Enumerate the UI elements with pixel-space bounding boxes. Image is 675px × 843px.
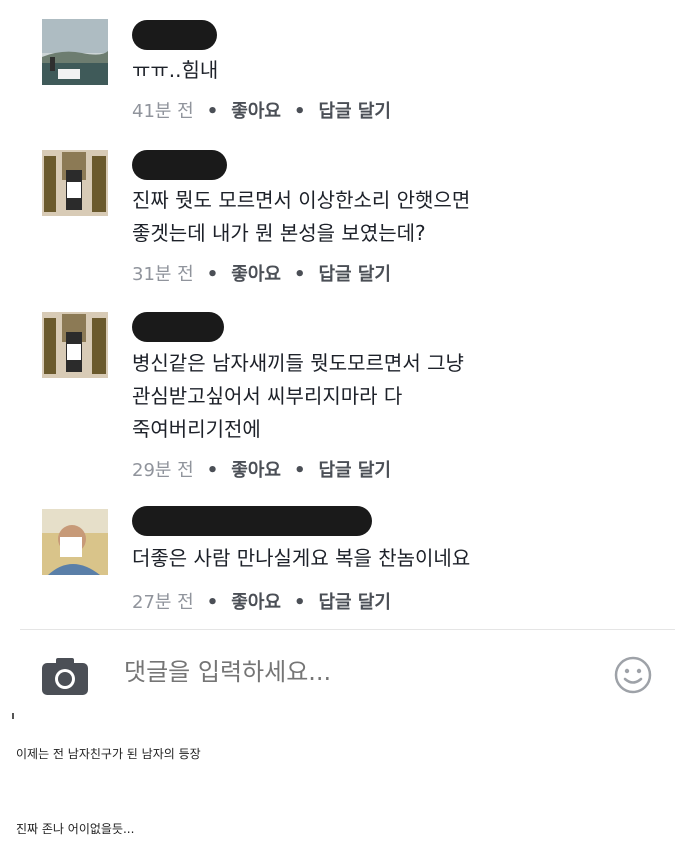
like-link[interactable]: 좋아요 — [231, 264, 281, 285]
separator-dot: • — [293, 592, 306, 613]
timestamp: 27분 전 — [132, 592, 194, 613]
caption-line-1: 이제는 전 남자친구가 된 남자의 등장 — [16, 747, 201, 761]
comment-text: 더좋은 사람 만나실게요 복을 찬놈이네요 — [132, 546, 471, 570]
avatar[interactable] — [42, 19, 108, 85]
comment-meta: 41분 전 • 좋아요 • 답글 달기 — [132, 97, 391, 123]
author-name-redacted[interactable] — [132, 506, 372, 536]
separator-dot: • — [293, 460, 306, 481]
comment-meta: 29분 전 • 좋아요 • 답글 달기 — [132, 456, 391, 482]
avatar[interactable] — [42, 509, 108, 575]
author-name-redacted[interactable] — [132, 150, 227, 180]
timestamp: 31분 전 — [132, 264, 194, 285]
avatar[interactable] — [42, 312, 108, 378]
separator-dot: • — [206, 592, 219, 613]
reply-link[interactable]: 답글 달기 — [318, 264, 391, 285]
comment-meta: 31분 전 • 좋아요 • 답글 달기 — [132, 260, 391, 286]
author-name-redacted[interactable] — [132, 20, 217, 50]
separator-dot: • — [293, 264, 306, 285]
comment-text: 병신같은 남자새끼들 뭣도모르면서 그냥 관심받고싶어서 씨부리지마라 다 죽여… — [132, 351, 464, 441]
separator-dot: • — [293, 101, 306, 122]
camera-icon[interactable] — [40, 656, 90, 696]
reply-link[interactable]: 답글 달기 — [318, 460, 391, 481]
author-name-redacted[interactable] — [132, 312, 224, 342]
timestamp: 41분 전 — [132, 101, 194, 122]
avatar[interactable] — [42, 150, 108, 216]
timestamp: 29분 전 — [132, 460, 194, 481]
like-link[interactable]: 좋아요 — [231, 592, 281, 613]
separator-dot: • — [206, 101, 219, 122]
stray-mark — [12, 713, 14, 719]
reply-link[interactable]: 답글 달기 — [318, 101, 391, 122]
caption-line-2: 진짜 존나 어이없을듯... — [16, 822, 135, 836]
comment-input[interactable] — [124, 658, 574, 686]
separator-dot: • — [206, 264, 219, 285]
comment-composer — [0, 630, 675, 720]
smiley-icon[interactable] — [613, 655, 653, 695]
like-link[interactable]: 좋아요 — [231, 460, 281, 481]
reply-link[interactable]: 답글 달기 — [318, 592, 391, 613]
comment-text: ㅠㅠ..힘내 — [132, 58, 219, 82]
separator-dot: • — [206, 460, 219, 481]
comment-meta: 27분 전 • 좋아요 • 답글 달기 — [132, 588, 391, 614]
comment-text: 진짜 뭣도 모르면서 이상한소리 안햇으면 좋겟는데 내가 뭔 본성을 보였는데… — [132, 188, 471, 245]
like-link[interactable]: 좋아요 — [231, 101, 281, 122]
